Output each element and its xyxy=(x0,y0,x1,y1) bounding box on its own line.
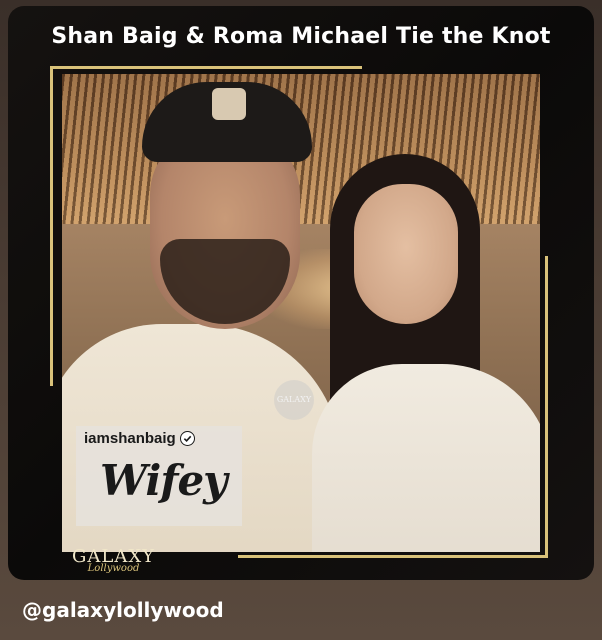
screen: Shan Baig & Roma Michael Tie the Knot GA… xyxy=(0,0,602,640)
frame-top-line xyxy=(50,66,362,69)
bride-figure xyxy=(312,364,540,552)
story-handle: iamshanbaig xyxy=(84,430,176,447)
cap-patch-icon xyxy=(212,88,246,120)
story-sticker: iamshanbaig Wifey xyxy=(76,426,242,526)
galaxy-logo: GALAXY Lollywood xyxy=(72,546,155,574)
galaxy-watermark: GALAXY xyxy=(274,380,314,420)
post-title: Shan Baig & Roma Michael Tie the Knot xyxy=(51,24,551,49)
post-card[interactable]: Shan Baig & Roma Michael Tie the Knot GA… xyxy=(8,6,594,580)
couple-photo[interactable]: GALAXY iamshanbaig Wifey xyxy=(62,74,540,552)
frame-right-line xyxy=(545,256,548,556)
story-wifey-text: Wifey xyxy=(100,456,228,505)
footer-handle[interactable]: @galaxylollywood xyxy=(22,598,224,622)
verified-badge-icon xyxy=(179,431,195,446)
bride-face xyxy=(354,184,458,324)
frame-bottom-line xyxy=(238,555,548,558)
story-handle-row: iamshanbaig xyxy=(84,430,195,447)
frame-left-line xyxy=(50,66,53,386)
